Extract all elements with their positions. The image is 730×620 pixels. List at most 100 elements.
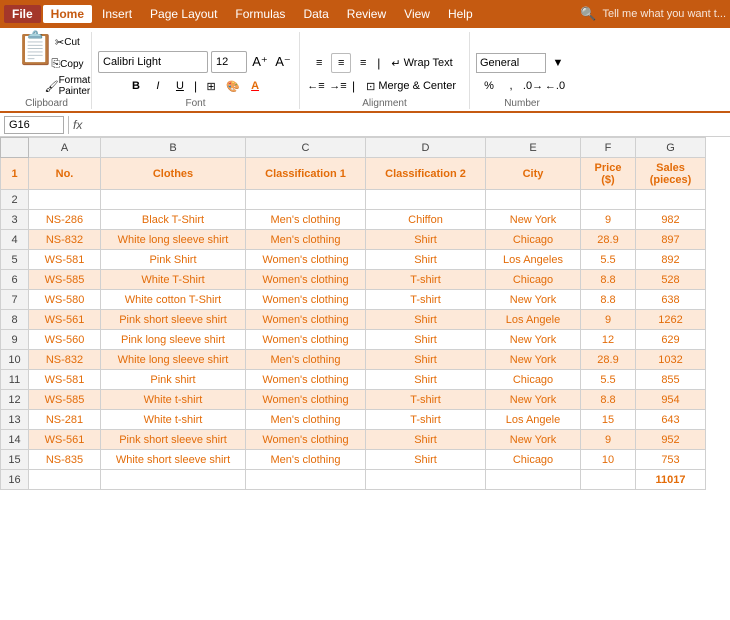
cell[interactable]: Los Angele [486, 310, 581, 330]
cell[interactable]: Pink long sleeve shirt [101, 330, 246, 350]
cell[interactable]: WS-585 [29, 390, 101, 410]
cell[interactable]: 855 [636, 370, 706, 390]
percent-button[interactable]: % [479, 76, 499, 96]
menu-formulas[interactable]: Formulas [227, 5, 293, 23]
cell[interactable]: 1032 [636, 350, 706, 370]
cell[interactable] [29, 190, 101, 210]
cell[interactable]: Men's clothing [246, 210, 366, 230]
menu-help[interactable]: Help [440, 5, 481, 23]
cell[interactable]: Classification 2 [366, 158, 486, 190]
cell[interactable]: Pink short sleeve shirt [101, 310, 246, 330]
cell[interactable]: 9 [581, 210, 636, 230]
cell[interactable]: Men's clothing [246, 350, 366, 370]
cell[interactable]: Shirt [366, 450, 486, 470]
cell[interactable]: 5.5 [581, 370, 636, 390]
cell[interactable]: NS-281 [29, 410, 101, 430]
formula-input[interactable] [86, 118, 726, 132]
row-header-8[interactable]: 8 [1, 310, 29, 330]
cell[interactable]: Men's clothing [246, 450, 366, 470]
col-header-A[interactable]: A [29, 138, 101, 158]
cell[interactable] [581, 190, 636, 210]
cell[interactable]: WS-581 [29, 250, 101, 270]
cell[interactable]: 629 [636, 330, 706, 350]
cell[interactable]: 643 [636, 410, 706, 430]
cell[interactable]: 10 [581, 450, 636, 470]
cell[interactable]: Women's clothing [246, 390, 366, 410]
row-header-2[interactable]: 2 [1, 190, 29, 210]
cell[interactable]: WS-581 [29, 370, 101, 390]
cell[interactable]: Women's clothing [246, 430, 366, 450]
cell[interactable]: No. [29, 158, 101, 190]
number-format-input[interactable] [476, 53, 546, 73]
menu-home[interactable]: Home [43, 5, 92, 23]
cell[interactable]: New York [486, 430, 581, 450]
cell[interactable]: Shirt [366, 250, 486, 270]
cell[interactable]: Shirt [366, 430, 486, 450]
cell[interactable]: Shirt [366, 330, 486, 350]
cell[interactable]: City [486, 158, 581, 190]
indent-inc-button[interactable]: →≡ [328, 76, 348, 96]
merge-center-button[interactable]: ⊡ Merge & Center [359, 77, 463, 96]
bold-button[interactable]: B [126, 76, 146, 96]
cell[interactable]: 1262 [636, 310, 706, 330]
underline-button[interactable]: U [170, 76, 190, 96]
cell[interactable]: 952 [636, 430, 706, 450]
row-header-16[interactable]: 16 [1, 470, 29, 490]
cell[interactable]: 8.8 [581, 390, 636, 410]
cell[interactable]: 9 [581, 310, 636, 330]
menu-file[interactable]: File [4, 5, 41, 23]
number-format-dropdown[interactable]: ▼ [548, 53, 568, 73]
cell[interactable]: Men's clothing [246, 230, 366, 250]
cell[interactable]: Shirt [366, 310, 486, 330]
cell[interactable]: WS-561 [29, 430, 101, 450]
indent-dec-button[interactable]: ←≡ [306, 76, 326, 96]
cell[interactable]: Women's clothing [246, 270, 366, 290]
menu-page-layout[interactable]: Page Layout [142, 5, 225, 23]
align-center-button[interactable]: ≡ [331, 53, 351, 73]
align-right-button[interactable]: ≡ [353, 53, 373, 73]
cell[interactable]: WS-561 [29, 310, 101, 330]
cell[interactable]: 982 [636, 210, 706, 230]
cell[interactable]: T-shirt [366, 410, 486, 430]
cell[interactable] [636, 190, 706, 210]
cell[interactable]: WS-585 [29, 270, 101, 290]
cell[interactable]: Sales(pieces) [636, 158, 706, 190]
cell[interactable]: WS-580 [29, 290, 101, 310]
cell[interactable]: 753 [636, 450, 706, 470]
cell[interactable]: 28.9 [581, 350, 636, 370]
row-header-13[interactable]: 13 [1, 410, 29, 430]
cell[interactable] [101, 470, 246, 490]
cell[interactable]: Women's clothing [246, 370, 366, 390]
cell[interactable]: New York [486, 290, 581, 310]
cell[interactable] [581, 470, 636, 490]
cell[interactable]: Shirt [366, 370, 486, 390]
cell[interactable]: New York [486, 390, 581, 410]
cell[interactable]: NS-286 [29, 210, 101, 230]
row-header-6[interactable]: 6 [1, 270, 29, 290]
cell[interactable]: Women's clothing [246, 330, 366, 350]
col-header-B[interactable]: B [101, 138, 246, 158]
col-header-G[interactable]: G [636, 138, 706, 158]
row-header-12[interactable]: 12 [1, 390, 29, 410]
col-header-E[interactable]: E [486, 138, 581, 158]
cell[interactable]: White long sleeve shirt [101, 350, 246, 370]
cell[interactable]: Chicago [486, 370, 581, 390]
cell[interactable]: NS-832 [29, 230, 101, 250]
dec-dec-button[interactable]: ←.0 [545, 76, 565, 96]
menu-data[interactable]: Data [295, 5, 336, 23]
cell[interactable]: Clothes [101, 158, 246, 190]
menu-view[interactable]: View [396, 5, 438, 23]
fill-color-button[interactable]: 🎨 [223, 76, 243, 96]
cell[interactable]: Black T-Shirt [101, 210, 246, 230]
cell[interactable]: 892 [636, 250, 706, 270]
border-button[interactable]: ⊞ [201, 76, 221, 96]
row-header-10[interactable]: 10 [1, 350, 29, 370]
cell[interactable]: New York [486, 210, 581, 230]
align-left-button[interactable]: ≡ [309, 53, 329, 73]
row-header-5[interactable]: 5 [1, 250, 29, 270]
cell[interactable]: Pink short sleeve shirt [101, 430, 246, 450]
cell[interactable]: New York [486, 350, 581, 370]
cell[interactable]: WS-560 [29, 330, 101, 350]
font-name-input[interactable] [98, 51, 208, 73]
cell[interactable]: 12 [581, 330, 636, 350]
